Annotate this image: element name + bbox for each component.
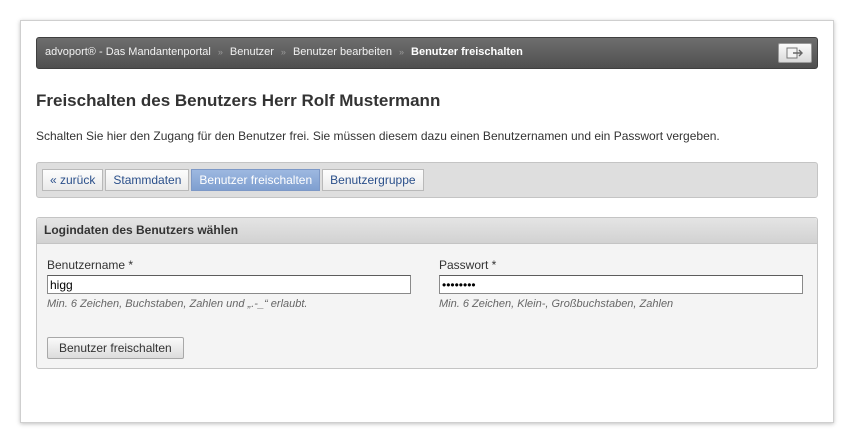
breadcrumb-separator: » [280, 47, 286, 57]
username-label: Benutzername * [47, 258, 134, 272]
password-hint: Min. 6 Zeichen, Klein-, Großbuchstaben, … [439, 298, 674, 310]
username-input[interactable] [47, 275, 411, 294]
username-hint: Min. 6 Zeichen, Buchstaben, Zahlen und „… [47, 298, 308, 310]
password-label: Passwort * [439, 258, 497, 272]
breadcrumb-separator: » [399, 47, 405, 57]
login-panel: Logindaten des Benutzers wählen Benutzer… [36, 217, 818, 369]
panel-title: Logindaten des Benutzers wählen [37, 218, 817, 244]
breadcrumb-benutzer-bearbeiten[interactable]: Benutzer bearbeiten [293, 46, 392, 58]
breadcrumb: advoport® - Das Mandantenportal » Benutz… [45, 46, 523, 58]
tab-stammdaten[interactable]: Stammdaten [105, 169, 190, 191]
breadcrumb-benutzer[interactable]: Benutzer [230, 46, 274, 58]
tab-zurueck[interactable]: « zurück [42, 169, 104, 191]
breadcrumb-home[interactable]: advoport® - Das Mandantenportal [45, 46, 211, 58]
tab-benutzer-freischalten[interactable]: Benutzer freischalten [191, 169, 321, 191]
page-title: Freischalten des Benutzers Herr Rolf Mus… [36, 91, 441, 110]
logout-button[interactable] [778, 43, 812, 63]
breadcrumb-current: Benutzer freischalten [411, 46, 523, 58]
submit-button[interactable]: Benutzer freischalten [47, 337, 184, 359]
password-field-group: Passwort * Min. 6 Zeichen, Klein-, Großb… [439, 258, 803, 310]
breadcrumb-separator: » [217, 47, 223, 57]
tab-benutzergruppe[interactable]: Benutzergruppe [322, 169, 424, 191]
main-card: advoport® - Das Mandantenportal » Benutz… [20, 20, 834, 423]
page-intro: Schalten Sie hier den Zugang für den Ben… [36, 129, 720, 143]
tab-bar: « zurück Stammdaten Benutzer freischalte… [36, 162, 818, 198]
breadcrumb-bar: advoport® - Das Mandantenportal » Benutz… [36, 37, 818, 69]
password-input[interactable] [439, 275, 803, 294]
username-field-group: Benutzername * Min. 6 Zeichen, Buchstabe… [47, 258, 411, 310]
logout-icon [786, 47, 803, 59]
